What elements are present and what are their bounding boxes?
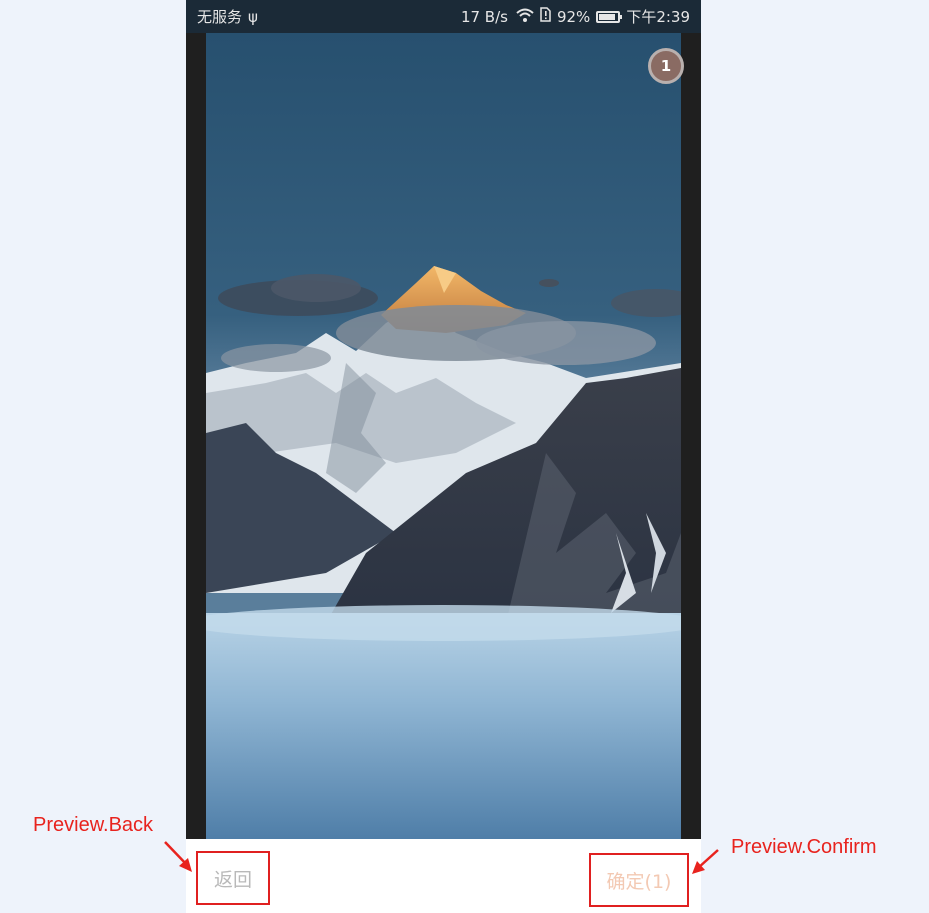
status-left: 无服务 ψ (197, 6, 258, 27)
battery-icon (596, 10, 623, 23)
confirm-button[interactable]: 确定(1) (589, 853, 689, 907)
selected-count-badge[interactable]: 1 (648, 48, 684, 84)
wifi-icon (516, 8, 534, 26)
phone-screen: 无服务 ψ 17 B/s 92% 下午2:39 返回 确定(1) (186, 0, 701, 913)
battery-percent: 92% (556, 7, 591, 26)
carrier-label: 无服务 (197, 8, 243, 26)
status-bar: 无服务 ψ 17 B/s 92% 下午2:39 (186, 0, 701, 33)
back-button[interactable]: 返回 (196, 851, 270, 905)
preview-bottom-bar: 返回 确定(1) (186, 839, 701, 913)
sim-icon (540, 7, 551, 26)
mountain-photo-illustration (206, 33, 681, 839)
screenshot-canvas: 无服务 ψ 17 B/s 92% 下午2:39 返回 确定(1) 1 Previ… (0, 0, 929, 913)
network-speed: 17 B/s (460, 7, 508, 26)
clock-time: 下午2:39 (626, 8, 690, 26)
preview-image (206, 33, 681, 839)
annotation-confirm-label: Preview.Confirm (731, 836, 877, 858)
status-right: 17 B/s 92% 下午2:39 (461, 6, 690, 27)
annotation-back-label: Preview.Back (33, 814, 154, 836)
usb-icon: ψ (248, 7, 258, 26)
